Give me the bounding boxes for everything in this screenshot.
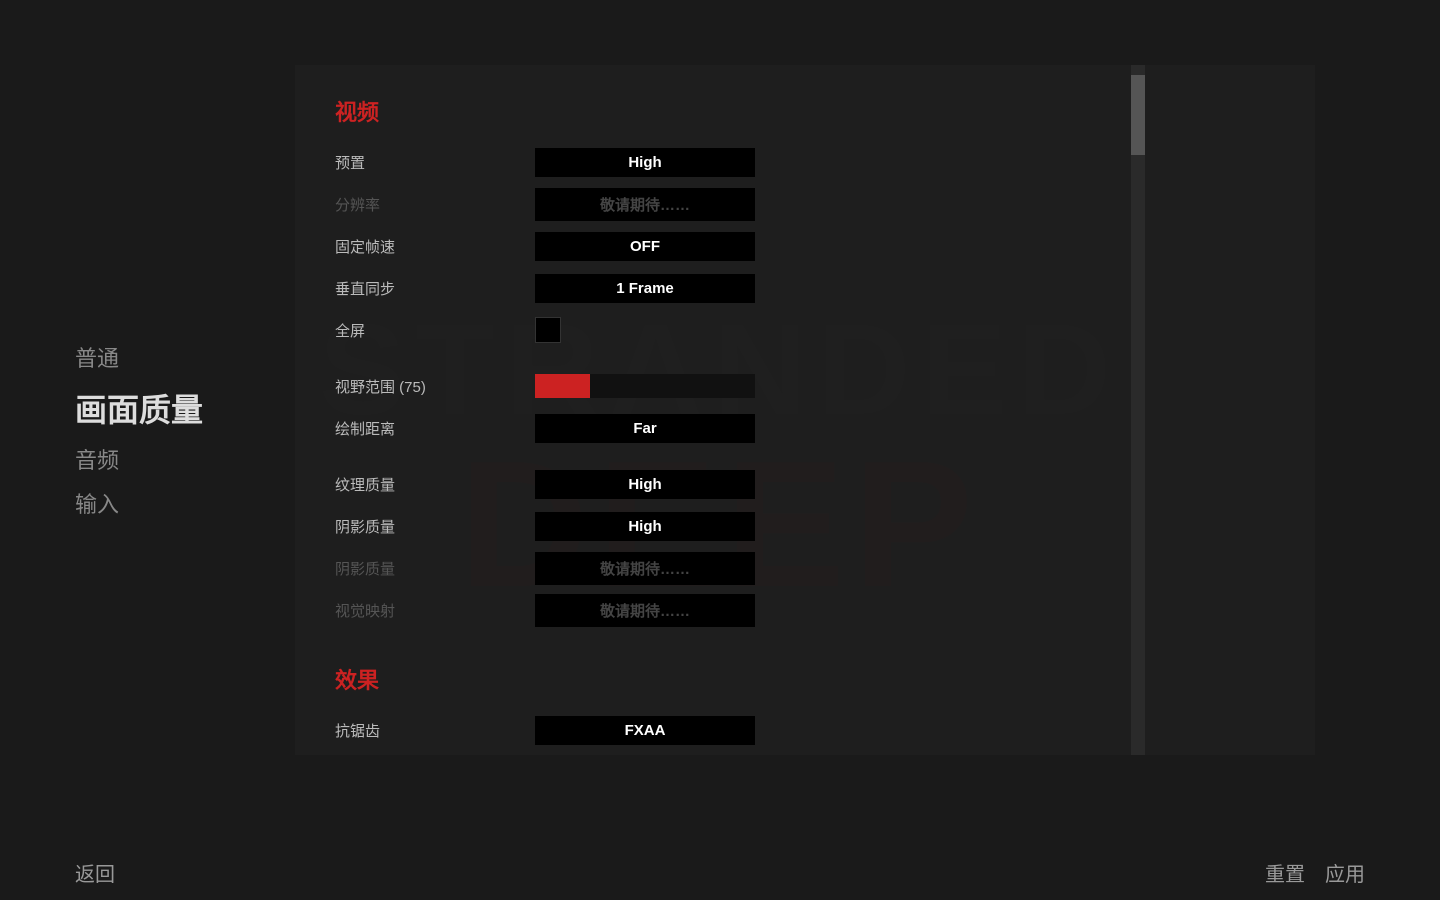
dropdown-reflection: 敬请期待…… (535, 594, 755, 627)
dropdown-antialiasing[interactable]: FXAA (535, 716, 755, 745)
control-fov (535, 374, 1275, 398)
control-reflection: 敬请期待…… (535, 594, 1275, 627)
dropdown-shadow-amt: 敬请期待…… (535, 552, 755, 585)
label-antialiasing: 抗锯齿 (335, 720, 535, 741)
reset-button[interactable]: 重置 (1265, 858, 1305, 887)
sidebar-item-general[interactable]: 普通 (75, 341, 290, 373)
label-texture-quality: 纹理质量 (335, 474, 535, 495)
bottom-right-buttons: 重置 应用 (1265, 858, 1365, 887)
bottom-bar: 返回 重置 应用 (0, 845, 1440, 900)
control-preset: High (535, 148, 1275, 177)
slider-empty-fov (590, 374, 755, 398)
dropdown-resolution: 敬请期待…… (535, 188, 755, 221)
control-shadow-quality: High (535, 512, 1275, 541)
label-resolution: 分辨率 (335, 194, 535, 215)
main-panel: 视频 预置 High 分辨率 敬请期待…… 固定帧速 OFF 垂直同步 1 Fr… (295, 65, 1315, 755)
checkbox-fullscreen[interactable] (535, 317, 561, 343)
apply-button[interactable]: 应用 (1325, 858, 1365, 887)
dropdown-texture-quality[interactable]: High (535, 470, 755, 499)
label-preset: 预置 (335, 152, 535, 173)
dropdown-draw-dist[interactable]: Far (535, 414, 755, 443)
label-reflection: 视觉映射 (335, 600, 535, 621)
dropdown-fixed-fps[interactable]: OFF (535, 232, 755, 261)
label-fixed-fps: 固定帧速 (335, 236, 535, 257)
scrollbar[interactable] (1131, 65, 1145, 755)
control-resolution: 敬请期待…… (535, 188, 1275, 221)
control-shadow-amt: 敬请期待…… (535, 552, 1275, 585)
scrollbar-thumb[interactable] (1131, 75, 1145, 155)
sidebar-item-graphics[interactable]: 画面质量 (75, 385, 290, 431)
control-texture-quality: High (535, 470, 1275, 499)
dropdown-shadow-quality[interactable]: High (535, 512, 755, 541)
control-fixed-fps: OFF (535, 232, 1275, 261)
label-vsync: 垂直同步 (335, 278, 535, 299)
label-shadow-quality: 阴影质量 (335, 516, 535, 537)
label-draw-dist: 绘制距离 (335, 418, 535, 439)
control-vsync: 1 Frame (535, 274, 1275, 303)
slider-fill-fov (535, 374, 590, 398)
slider-fov[interactable] (535, 374, 755, 398)
label-fullscreen: 全屏 (335, 320, 535, 341)
sidebar-item-audio[interactable]: 音频 (75, 443, 290, 475)
label-fov: 视野范围 (75) (335, 376, 535, 397)
sidebar: 普通 画面质量 音频 输入 (0, 0, 290, 860)
control-draw-dist: Far (535, 414, 1275, 443)
sidebar-item-input[interactable]: 输入 (75, 487, 290, 519)
control-fullscreen (535, 317, 1275, 343)
label-shadow-amt: 阴影质量 (335, 558, 535, 579)
back-button[interactable]: 返回 (75, 858, 115, 887)
control-antialiasing: FXAA (535, 716, 1275, 745)
dropdown-vsync[interactable]: 1 Frame (535, 274, 755, 303)
dropdown-preset[interactable]: High (535, 148, 755, 177)
